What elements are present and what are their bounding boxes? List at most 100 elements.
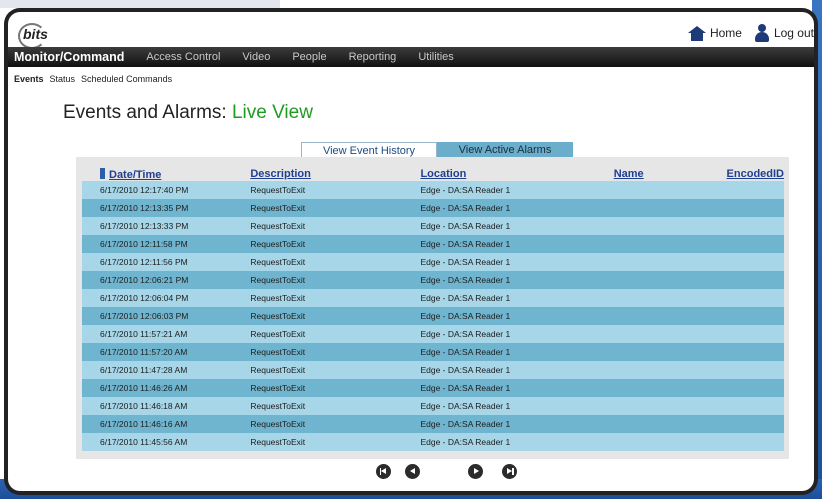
table-row[interactable]: 6/17/2010 11:46:18 AM RequestToExit Edge -… <box>82 397 784 415</box>
cell-name <box>613 397 727 415</box>
table-row[interactable]: 6/17/2010 11:57:21 AM RequestToExit Edge -… <box>82 325 784 343</box>
table-row[interactable]: 6/17/2010 11:57:20 AM RequestToExit Edge -… <box>82 343 784 361</box>
nav-item-utilities[interactable]: Utilities <box>407 51 464 63</box>
table-row[interactable]: 6/17/2010 11:45:56 AM RequestToExit Edge -… <box>82 433 784 451</box>
cell-name <box>613 181 727 199</box>
nav-item-access-control[interactable]: Access Control <box>135 51 231 63</box>
cell-name <box>613 415 727 433</box>
app-screen: bits Home Log out Monitor/Command Access… <box>8 12 814 491</box>
cell-encoded-id <box>726 307 784 325</box>
cell-description: RequestToExit <box>250 253 421 271</box>
cell-name <box>613 343 727 361</box>
cell-location: Edge - DA:SA Reader 1 <box>420 343 614 361</box>
header-links: Home Log out <box>687 24 814 42</box>
last-page-icon[interactable] <box>502 464 517 479</box>
table-row[interactable]: 6/17/2010 12:06:04 PM RequestToExit Edge -… <box>82 289 784 307</box>
table-row[interactable]: 6/17/2010 12:11:58 PM RequestToExit Edge -… <box>82 235 784 253</box>
sort-indicator-icon <box>100 167 105 179</box>
cell-name <box>613 271 727 289</box>
table-row[interactable]: 6/17/2010 12:11:56 PM RequestToExit Edge -… <box>82 253 784 271</box>
cell-date-time: 6/17/2010 12:13:35 PM <box>82 199 251 217</box>
cell-date-time: 6/17/2010 11:46:16 AM <box>82 415 251 433</box>
view-tabs: View Event History View Active Alarms <box>301 142 573 158</box>
main-nav: Monitor/Command Access Control Video Peo… <box>8 47 814 67</box>
cell-name <box>613 325 727 343</box>
tab-view-active-alarms[interactable]: View Active Alarms <box>437 142 573 158</box>
cell-encoded-id <box>726 343 784 361</box>
first-page-icon[interactable] <box>376 464 391 479</box>
table-row[interactable]: 6/17/2010 12:17:40 PM RequestToExit Edge -… <box>82 181 784 199</box>
nav-item-video[interactable]: Video <box>231 51 281 63</box>
cell-encoded-id <box>726 217 784 235</box>
cell-location: Edge - DA:SA Reader 1 <box>420 199 614 217</box>
cell-description: RequestToExit <box>250 289 421 307</box>
previous-page-icon[interactable] <box>405 464 420 479</box>
cell-date-time: 6/17/2010 12:17:40 PM <box>82 181 251 199</box>
logout-label: Log out <box>773 26 814 40</box>
cell-description: RequestToExit <box>250 415 421 433</box>
cell-encoded-id <box>726 271 784 289</box>
tab-view-event-history[interactable]: View Event History <box>301 142 437 158</box>
table-body: 6/17/2010 12:17:40 PM RequestToExit Edge -… <box>82 181 784 451</box>
cell-location: Edge - DA:SA Reader 1 <box>420 289 614 307</box>
subnav-item-events[interactable]: Events <box>14 74 44 84</box>
subnav-item-scheduled-commands[interactable]: Scheduled Commands <box>81 74 172 84</box>
cell-name <box>613 379 727 397</box>
home-link[interactable]: Home <box>687 26 742 41</box>
page-title: Events and Alarms: Live View <box>63 102 313 124</box>
cell-description: RequestToExit <box>250 397 421 415</box>
cell-date-time: 6/17/2010 12:06:21 PM <box>82 271 251 289</box>
cell-name <box>613 289 727 307</box>
column-header-encoded-id[interactable]: EncodedID <box>726 167 784 181</box>
cell-description: RequestToExit <box>250 433 421 451</box>
table-row[interactable]: 6/17/2010 12:13:33 PM RequestToExit Edge -… <box>82 217 784 235</box>
table-row[interactable]: 6/17/2010 11:46:16 AM RequestToExit Edge -… <box>82 415 784 433</box>
events-panel: Date/Time Description Location Name Enco… <box>76 157 789 459</box>
cell-encoded-id <box>726 181 784 199</box>
cell-location: Edge - DA:SA Reader 1 <box>420 379 614 397</box>
cell-encoded-id <box>726 199 784 217</box>
cell-name <box>613 433 727 451</box>
nav-item-monitor-command[interactable]: Monitor/Command <box>8 50 135 64</box>
cell-name <box>613 235 727 253</box>
user-icon <box>754 24 770 42</box>
cell-encoded-id <box>726 289 784 307</box>
cell-encoded-id <box>726 253 784 271</box>
table-row[interactable]: 6/17/2010 11:47:28 AM RequestToExit Edge -… <box>82 361 784 379</box>
cell-date-time: 6/17/2010 12:06:03 PM <box>82 307 251 325</box>
logout-link[interactable]: Log out <box>754 24 814 42</box>
cell-date-time: 6/17/2010 12:06:04 PM <box>82 289 251 307</box>
cell-name <box>613 217 727 235</box>
cell-location: Edge - DA:SA Reader 1 <box>420 307 614 325</box>
cell-description: RequestToExit <box>250 307 421 325</box>
cell-location: Edge - DA:SA Reader 1 <box>420 181 614 199</box>
cell-description: RequestToExit <box>250 271 421 289</box>
cell-location: Edge - DA:SA Reader 1 <box>420 415 614 433</box>
column-header-name[interactable]: Name <box>613 167 727 181</box>
subnav-item-status[interactable]: Status <box>50 74 76 84</box>
cell-description: RequestToExit <box>250 181 421 199</box>
column-header-description[interactable]: Description <box>250 167 421 181</box>
cell-description: RequestToExit <box>250 325 421 343</box>
nav-item-people[interactable]: People <box>281 51 337 63</box>
column-header-date-time[interactable]: Date/Time <box>82 167 251 181</box>
cell-location: Edge - DA:SA Reader 1 <box>420 325 614 343</box>
cell-location: Edge - DA:SA Reader 1 <box>420 235 614 253</box>
cell-encoded-id <box>726 379 784 397</box>
table-row[interactable]: 6/17/2010 12:13:35 PM RequestToExit Edge -… <box>82 199 784 217</box>
cell-location: Edge - DA:SA Reader 1 <box>420 397 614 415</box>
table-row[interactable]: 6/17/2010 12:06:21 PM RequestToExit Edge -… <box>82 271 784 289</box>
cell-description: RequestToExit <box>250 343 421 361</box>
table-row[interactable]: 6/17/2010 11:46:26 AM RequestToExit Edge -… <box>82 379 784 397</box>
table-header-row: Date/Time Description Location Name Enco… <box>82 167 784 181</box>
next-page-icon[interactable] <box>468 464 483 479</box>
cell-encoded-id <box>726 235 784 253</box>
cell-location: Edge - DA:SA Reader 1 <box>420 271 614 289</box>
cell-description: RequestToExit <box>250 217 421 235</box>
nav-item-reporting[interactable]: Reporting <box>338 51 408 63</box>
page-title-prefix: Events and Alarms: <box>63 102 232 123</box>
logo-text: bits <box>23 26 48 42</box>
cell-date-time: 6/17/2010 11:45:56 AM <box>82 433 251 451</box>
table-row[interactable]: 6/17/2010 12:06:03 PM RequestToExit Edge -… <box>82 307 784 325</box>
column-header-location[interactable]: Location <box>420 167 614 181</box>
